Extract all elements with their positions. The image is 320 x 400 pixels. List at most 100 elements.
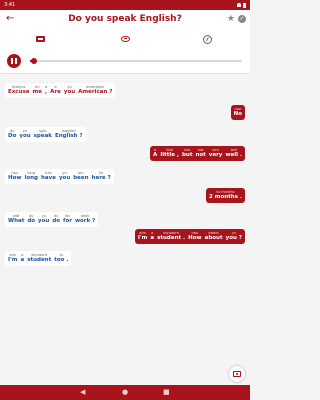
word[interactable]: noo No xyxy=(234,107,242,118)
word[interactable]: styudant student xyxy=(27,253,51,264)
nav-back-icon[interactable]: ◀ xyxy=(80,388,85,397)
word[interactable]: aim I'm xyxy=(138,231,147,242)
message-bubble[interactable]: ikskyus Excuse mi me a, a Are yu you amerakan Amer… xyxy=(5,83,116,99)
word-text: you xyxy=(63,89,76,96)
word-text: American ? xyxy=(78,89,113,96)
message-bubble[interactable]: noo No xyxy=(230,105,245,121)
message-words: ikskyus Excuse mi me a, a Are yu you amerakan Amer… xyxy=(8,85,112,96)
system-icons xyxy=(237,2,246,8)
word[interactable]: aa xyxy=(20,253,24,264)
word[interactable]: du do xyxy=(52,214,60,225)
word[interactable]: lital little , xyxy=(160,148,179,159)
word-text: English ? xyxy=(54,133,83,140)
speed-gauge-icon[interactable] xyxy=(200,33,214,45)
battery-icon xyxy=(243,2,246,8)
word-text: little , xyxy=(160,152,179,159)
word[interactable]: lang long xyxy=(24,171,38,182)
word-text: well . xyxy=(225,152,242,159)
word[interactable]: wat What xyxy=(8,214,24,225)
word-text: do xyxy=(27,218,36,225)
progress-bar[interactable] xyxy=(30,58,242,64)
message-bubble[interactable]: wat What du do yu you du do far for wark work ? xyxy=(5,212,99,228)
camera-button[interactable] xyxy=(229,366,245,382)
conversation-list: ikskyus Excuse mi me a, a Are yu you amerakan Amer… xyxy=(0,76,250,385)
message-bubble[interactable]: du Do yu you spik speak ingglish English ? xyxy=(5,127,86,143)
word[interactable]: wark work ? xyxy=(75,214,95,225)
word-text: for xyxy=(63,218,72,225)
pause-icon xyxy=(11,58,13,64)
progress-thumb[interactable] xyxy=(31,58,38,64)
word[interactable]: hav have xyxy=(41,171,56,182)
nav-recents-icon[interactable]: ■ xyxy=(163,388,170,397)
word[interactable]: yu you xyxy=(19,129,30,140)
message-words: tu manths 2 months . xyxy=(209,190,242,201)
word[interactable]: hau How xyxy=(188,231,201,242)
word[interactable]: yu you xyxy=(59,171,70,182)
word[interactable]: a, xyxy=(45,85,47,96)
word[interactable]: tu too . xyxy=(54,253,68,264)
message-words: du Do yu you spik speak ingglish English ? xyxy=(8,129,83,140)
word[interactable]: veri very xyxy=(209,148,223,159)
message-bubble[interactable]: aim I'm a a styudant student . hau How abaut abou… xyxy=(134,229,245,245)
word[interactable]: abaut about xyxy=(205,231,223,242)
word[interactable]: spik speak xyxy=(34,129,52,140)
word[interactable]: ingglish English ? xyxy=(55,129,83,140)
word-text: a xyxy=(20,257,25,264)
word[interactable]: yu you ? xyxy=(226,231,242,242)
message-bubble[interactable]: aim I'm a a styudant student tu too . xyxy=(5,251,72,267)
word-text: about xyxy=(204,235,223,242)
word[interactable]: hau How xyxy=(8,171,21,182)
pause-button[interactable] xyxy=(7,54,21,68)
message-bubble[interactable]: a Alital little , bat but nat not veri very wel we… xyxy=(150,146,245,162)
nav-home-icon[interactable]: ● xyxy=(122,388,128,397)
word-text: I'm xyxy=(8,257,18,264)
word[interactable]: aa xyxy=(150,231,154,242)
word-text: A xyxy=(153,152,158,159)
word[interactable]: styudant student . xyxy=(157,231,185,242)
word-text: I'm xyxy=(137,235,148,242)
word-text: here ? xyxy=(91,175,111,182)
message-words: aim I'm a a styudant student tu too . xyxy=(8,253,68,264)
message-words: a Alital little , bat but nat not veri very wel we… xyxy=(153,148,242,159)
word[interactable]: aim I'm xyxy=(8,253,17,264)
word[interactable]: far for xyxy=(63,214,72,225)
word-text: student . xyxy=(157,235,186,242)
word-text: you xyxy=(19,133,31,140)
word-text: , xyxy=(45,89,48,96)
star-icon[interactable]: ★ xyxy=(227,13,235,25)
word-text: me xyxy=(32,89,42,96)
word[interactable]: bat but xyxy=(182,148,192,159)
word[interactable]: a Are xyxy=(50,85,61,96)
word-text: No xyxy=(233,111,242,118)
message-bubble[interactable]: tu manths 2 months . xyxy=(206,188,245,204)
word[interactable]: wel well . xyxy=(225,148,242,159)
word[interactable]: ikskyus Excuse xyxy=(8,85,29,96)
word-text: very xyxy=(208,152,223,159)
word[interactable]: yu you xyxy=(38,214,49,225)
word-text: not xyxy=(195,152,206,159)
word[interactable]: tu manths 2 months . xyxy=(209,190,242,201)
camera-icon xyxy=(233,371,241,377)
word-text: long xyxy=(24,175,38,182)
word[interactable]: du do xyxy=(27,214,35,225)
message-bubble[interactable]: hau How lang long hav have yu you bin been hir here… xyxy=(5,169,114,185)
message-words: hau How lang long hav have yu you bin been hir here… xyxy=(8,171,111,182)
word[interactable]: mi me xyxy=(32,85,41,96)
word[interactable]: hir here ? xyxy=(92,171,111,182)
word-text: What xyxy=(8,218,25,225)
translation-box-icon[interactable] xyxy=(33,33,47,45)
word[interactable]: amerakan American ? xyxy=(78,85,112,96)
check-circle-icon[interactable]: ✓ xyxy=(238,15,246,23)
word[interactable]: yu you xyxy=(64,85,75,96)
system-nav-bar: ◀ ● ■ xyxy=(0,385,250,400)
word-text: do xyxy=(52,218,61,225)
word[interactable]: nat not xyxy=(195,148,205,159)
message-words: aim I'm a a styudant student . hau How abaut abou… xyxy=(138,231,242,242)
word-text: Do xyxy=(8,133,17,140)
word[interactable]: du Do xyxy=(8,129,16,140)
word-text: How xyxy=(8,175,22,182)
word[interactable]: bin been xyxy=(73,171,88,182)
message-words: noo No xyxy=(234,107,242,118)
word[interactable]: aA xyxy=(153,148,157,159)
speech-bubble-icon[interactable] xyxy=(118,33,132,45)
